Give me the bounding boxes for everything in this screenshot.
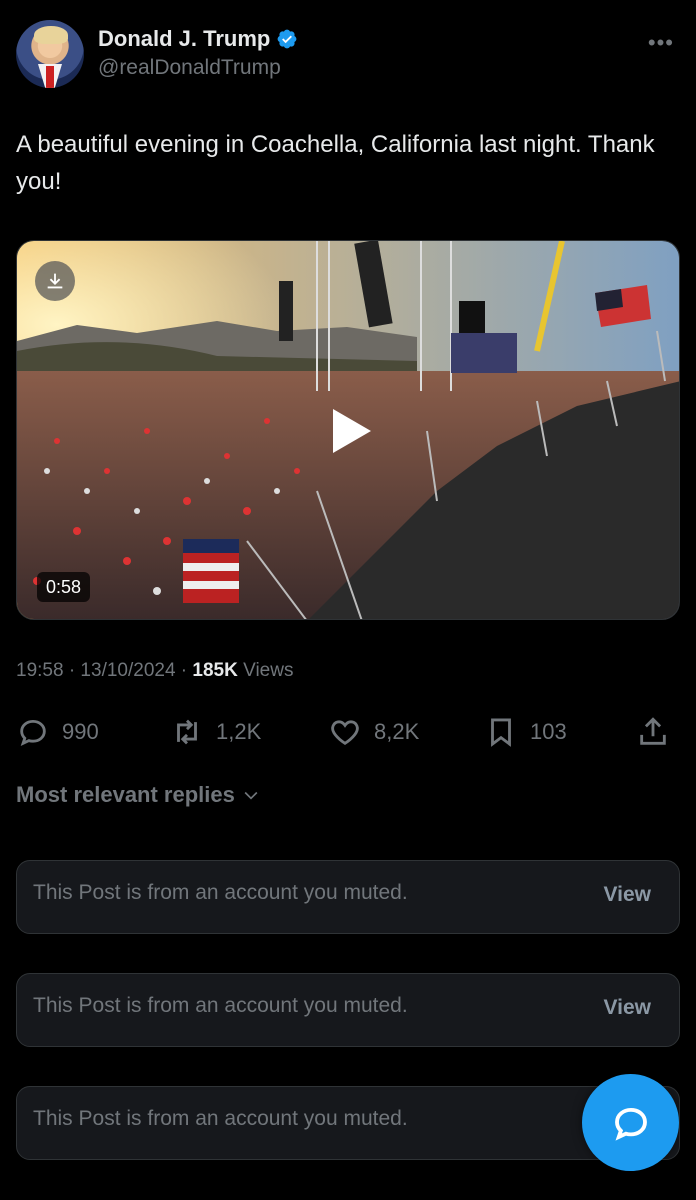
play-icon[interactable]: [329, 407, 373, 455]
muted-post-card: This Post is from an account you muted.: [16, 1086, 680, 1160]
share-icon: [640, 717, 666, 745]
share-button[interactable]: [636, 710, 670, 754]
download-icon: [47, 273, 63, 289]
download-button[interactable]: [35, 261, 75, 301]
compose-reply-button[interactable]: [582, 1074, 679, 1171]
repost-icon: [177, 719, 197, 745]
muted-post-card: This Post is from an account you muted. …: [16, 973, 680, 1047]
view-muted-button[interactable]: View: [604, 996, 651, 1020]
view-muted-button[interactable]: View: [604, 883, 651, 907]
muted-post-text: This Post is from an account you muted.: [33, 994, 408, 1017]
video-player[interactable]: 0:58: [16, 240, 680, 620]
replies-sort-label: Most relevant replies: [16, 782, 235, 807]
bookmark-icon: [491, 718, 511, 747]
author-handle[interactable]: @realDonaldTrump: [98, 56, 281, 80]
compose-message-icon: [614, 1107, 647, 1141]
more-icon[interactable]: •••: [648, 30, 674, 56]
avatar[interactable]: [16, 20, 84, 88]
like-count: 8,2K: [374, 719, 420, 744]
post-text: A beautiful evening in Coachella, Califo…: [16, 131, 655, 195]
muted-post-text: This Post is from an account you muted.: [33, 881, 408, 904]
muted-post-card: This Post is from an account you muted. …: [16, 860, 680, 934]
like-button[interactable]: 8,2K: [328, 710, 419, 754]
replies-sort-dropdown[interactable]: Most relevant replies: [16, 782, 261, 808]
reply-icon: [20, 719, 46, 746]
verified-icon: [277, 29, 297, 49]
views-label: Views: [237, 660, 294, 681]
author-display-name[interactable]: Donald J. Trump: [98, 26, 270, 52]
repost-count: 1,2K: [216, 719, 262, 744]
chevron-down-icon: [244, 791, 258, 800]
post-timestamp[interactable]: 19:58 · 13/10/2024 ·: [16, 660, 192, 681]
reply-count: 990: [62, 719, 99, 744]
post-meta: 19:58 · 13/10/2024 · 185K Views: [16, 660, 293, 682]
heart-icon: [331, 720, 359, 746]
video-duration: 0:58: [37, 572, 91, 602]
bookmark-count: 103: [530, 719, 567, 744]
author-name-row: Donald J. Trump: [98, 26, 298, 52]
views-count[interactable]: 185K: [192, 660, 237, 681]
repost-button[interactable]: 1,2K: [170, 710, 261, 754]
bookmark-button[interactable]: 103: [484, 710, 567, 754]
post-actions: 990 1,2K 8,2K 103: [16, 710, 680, 754]
post-header: Donald J. Trump @realDonaldTrump •••: [16, 20, 680, 90]
reply-button[interactable]: 990: [16, 710, 99, 754]
muted-post-text: This Post is from an account you muted.: [33, 1107, 408, 1130]
